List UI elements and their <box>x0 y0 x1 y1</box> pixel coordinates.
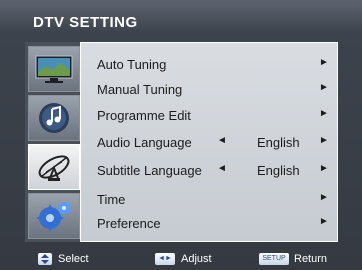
left-arrow-icon[interactable]: ◄ <box>217 135 227 146</box>
settings-menu-list: Auto Tuning ► Manual Tuning ► Programme … <box>80 42 338 242</box>
right-arrow-icon[interactable]: ► <box>319 135 329 146</box>
adjust-hint: Adjust <box>181 253 212 265</box>
tv-icon <box>35 55 73 83</box>
menu-item-label: Preference <box>97 216 161 231</box>
right-arrow-icon: ► <box>319 108 329 119</box>
menu-item-subtitle-language[interactable]: Subtitle Language ◄ English ► <box>81 159 337 181</box>
menu-item-label: Manual Tuning <box>97 82 183 97</box>
button-hint-bar: Select ◄► Adjust SETUP Return <box>0 248 362 270</box>
menu-item-label: Time <box>97 192 126 207</box>
left-right-key-icon: ◄► <box>155 253 175 265</box>
menu-item-programme-edit[interactable]: Programme Edit ► <box>81 104 337 126</box>
music-note-icon <box>39 103 69 133</box>
menu-item-preference[interactable]: Preference ► <box>81 212 337 234</box>
category-tabs <box>25 42 81 242</box>
menu-item-manual-tuning[interactable]: Manual Tuning ► <box>81 78 337 100</box>
right-arrow-icon[interactable]: ► <box>319 163 329 174</box>
menu-item-time[interactable]: Time ► <box>81 188 337 210</box>
menu-item-label: Auto Tuning <box>97 57 167 72</box>
menu-item-label: Audio Language <box>97 135 192 150</box>
menu-title: DTV SETTING <box>33 14 138 31</box>
right-arrow-icon: ► <box>319 216 329 227</box>
up-down-key-icon <box>38 253 52 265</box>
left-arrow-icon[interactable]: ◄ <box>217 163 227 174</box>
tab-channel[interactable] <box>28 144 80 190</box>
right-arrow-icon: ► <box>319 82 329 93</box>
satellite-dish-icon <box>38 155 70 181</box>
dtv-setting-osd: DTV SETTING Auto Tuning ► Manual Tuning … <box>0 0 362 270</box>
menu-item-label: Subtitle Language <box>97 163 202 178</box>
subtitle-language-value: English <box>257 163 300 178</box>
menu-item-auto-tuning[interactable]: Auto Tuning ► <box>81 53 337 75</box>
return-hint: Return <box>294 253 328 265</box>
tab-audio[interactable] <box>28 95 80 141</box>
menu-item-audio-language[interactable]: Audio Language ◄ English ► <box>81 131 337 153</box>
right-arrow-icon: ► <box>319 192 329 203</box>
menu-item-label: Programme Edit <box>97 108 191 123</box>
gears-icon <box>36 202 70 232</box>
right-arrow-icon: ► <box>319 57 329 68</box>
setup-key-icon: SETUP <box>259 253 289 265</box>
tab-picture[interactable] <box>28 46 80 92</box>
select-hint: Select <box>58 253 89 265</box>
audio-language-value: English <box>257 135 300 150</box>
tab-setup[interactable] <box>28 193 80 239</box>
